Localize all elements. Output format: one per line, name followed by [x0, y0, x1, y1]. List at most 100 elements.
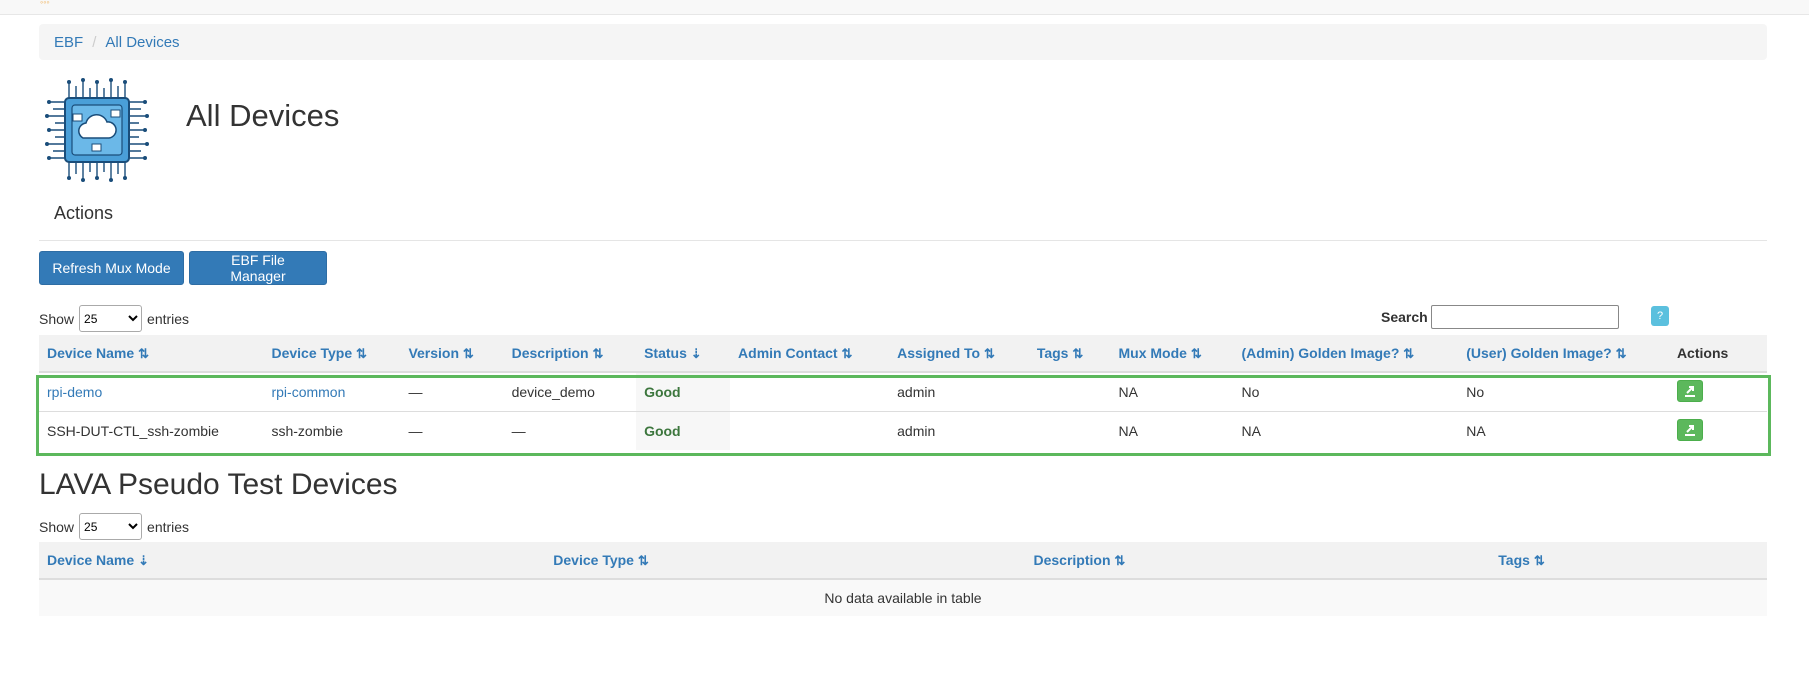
table-row: rpi-demo rpi-common — device_demo Good admin N…: [39, 371, 1767, 412]
cell-status: Good: [636, 411, 731, 450]
sort-icon[interactable]: ⇅: [593, 346, 604, 361]
column-label: Tags: [1498, 551, 1530, 568]
cell-status: Good: [636, 371, 731, 412]
search-label: Search: [1381, 309, 1428, 325]
cell-tags: [1028, 371, 1111, 412]
breadcrumb-current-link[interactable]: All Devices: [105, 34, 179, 51]
cell-version: —: [400, 371, 504, 412]
cell-admin-golden: NA: [1233, 411, 1459, 450]
cell-mux-mode: NA: [1110, 371, 1234, 412]
column-label: Assigned To: [897, 344, 981, 361]
actions-heading: Actions: [54, 203, 114, 223]
column-label: Status: [644, 344, 687, 361]
device-type-link[interactable]: rpi-common: [271, 384, 345, 400]
column-device-name-header[interactable]: Device Name ⇅: [39, 335, 264, 373]
column-label: Admin Contact: [738, 344, 838, 361]
column-label: Description: [1033, 551, 1111, 568]
column-label: Device Name: [47, 344, 135, 361]
cell-version: —: [400, 411, 504, 450]
table-row: SSH-DUT-CTL_ssh-zombie ssh-zombie — — Good ad…: [39, 411, 1767, 450]
breadcrumb: EBF / All Devices: [39, 24, 1767, 60]
device-name-link[interactable]: rpi-demo: [47, 384, 102, 400]
lava-section-title: LAVA Pseudo Test Devices: [39, 468, 398, 501]
page-length-select[interactable]: 25: [79, 305, 143, 332]
column-label: (Admin) Golden Image?: [1241, 344, 1400, 361]
devices-table: Device Name ⇅ Device Type ⇅ Version ⇅ Descr…: [39, 335, 1767, 450]
sort-icon[interactable]: ⇅: [1114, 553, 1125, 568]
column-status-header[interactable]: Status ⇣: [636, 335, 731, 373]
cell-tags: [1028, 411, 1111, 450]
lava-devices-table: Device Name ⇣ Device Type ⇅ Description ⇅ T…: [39, 542, 1767, 616]
sort-icon[interactable]: ⇅: [638, 553, 649, 568]
sort-icon[interactable]: ⇅: [842, 346, 853, 361]
show-label: Show: [39, 518, 75, 535]
page-title: All Devices: [186, 98, 340, 133]
ebf-file-manager-button[interactable]: EBF File Manager: [189, 251, 327, 285]
lava-page-length-select[interactable]: 25: [79, 513, 143, 540]
sort-icon[interactable]: ⇅: [138, 346, 149, 361]
column-label: Description: [511, 344, 589, 361]
lava-column-device-name-header[interactable]: Device Name ⇣: [39, 542, 546, 580]
sort-icon[interactable]: ⇅: [984, 346, 995, 361]
column-assigned-to-header[interactable]: Assigned To ⇅: [889, 335, 1029, 373]
column-label: Device Type: [271, 344, 353, 361]
column-device-type-header[interactable]: Device Type ⇅: [263, 335, 401, 373]
column-label: (User) Golden Image?: [1466, 344, 1612, 361]
cell-description: device_demo: [503, 371, 637, 412]
empty-table-message: No data available in table: [39, 578, 1767, 616]
connect-button[interactable]: [1676, 418, 1703, 441]
lava-column-device-type-header[interactable]: Device Type ⇅: [545, 542, 1026, 580]
sort-icon[interactable]: ⇅: [1403, 346, 1414, 361]
sort-icon[interactable]: ⇅: [1191, 346, 1202, 361]
cell-admin-contact: [730, 411, 890, 450]
lava-length-control: Show 25 entries: [39, 513, 189, 540]
sort-icon[interactable]: ⇣: [691, 346, 702, 361]
lava-column-tags-header[interactable]: Tags ⇅: [1490, 542, 1767, 580]
column-version-header[interactable]: Version ⇅: [400, 335, 504, 373]
sort-icon[interactable]: ⇅: [463, 346, 474, 361]
breadcrumb-separator: /: [92, 33, 97, 51]
cell-assigned-to: admin: [889, 371, 1029, 412]
lava-column-description-header[interactable]: Description ⇅: [1025, 542, 1491, 580]
cell-type: ssh-zombie: [263, 411, 401, 450]
entries-label: entries: [147, 518, 190, 535]
cell-actions: [1668, 411, 1767, 450]
cell-user-golden: NA: [1458, 411, 1669, 450]
column-tags-header[interactable]: Tags ⇅: [1028, 335, 1111, 373]
cell-description: —: [503, 411, 637, 450]
column-description-header[interactable]: Description ⇅: [503, 335, 637, 373]
chip-cloud-logo: [45, 78, 149, 182]
refresh-mux-mode-button[interactable]: Refresh Mux Mode: [39, 251, 184, 285]
show-label: Show: [39, 310, 75, 327]
cell-admin-contact: [730, 371, 890, 412]
column-actions-header: Actions: [1668, 335, 1767, 373]
column-admin-golden-image-header[interactable]: (Admin) Golden Image? ⇅: [1233, 335, 1459, 373]
top-navbar: ◦◦◦: [0, 0, 1809, 15]
cell-admin-golden: No: [1233, 371, 1459, 412]
column-label: Mux Mode: [1118, 344, 1187, 361]
help-button[interactable]: ?: [1651, 306, 1669, 326]
cell-name: rpi-demo: [39, 371, 264, 412]
column-admin-contact-header[interactable]: Admin Contact ⇅: [730, 335, 890, 373]
column-label: Device Name: [47, 551, 135, 568]
sort-icon[interactable]: ⇅: [1616, 346, 1627, 361]
cell-user-golden: No: [1458, 371, 1669, 412]
navbar-brand-mark: ◦◦◦: [40, 0, 50, 7]
column-label: Actions: [1676, 345, 1729, 361]
column-mux-mode-header[interactable]: Mux Mode ⇅: [1110, 335, 1234, 373]
export-icon: [1684, 385, 1695, 397]
column-user-golden-image-header[interactable]: (User) Golden Image? ⇅: [1458, 335, 1669, 373]
connect-button[interactable]: [1676, 379, 1703, 402]
search-input[interactable]: [1431, 305, 1619, 329]
cell-name: SSH-DUT-CTL_ssh-zombie: [39, 411, 264, 450]
column-label: Version: [408, 344, 460, 361]
sort-icon[interactable]: ⇅: [1534, 553, 1545, 568]
sort-icon[interactable]: ⇅: [356, 346, 367, 361]
entries-label: entries: [147, 310, 190, 327]
cell-assigned-to: admin: [889, 411, 1029, 450]
devices-length-control: Show 25 entries: [39, 305, 189, 332]
cell-type: rpi-common: [263, 371, 401, 412]
sort-icon[interactable]: ⇣: [138, 553, 149, 568]
breadcrumb-root-link[interactable]: EBF: [54, 34, 83, 51]
sort-icon[interactable]: ⇅: [1072, 346, 1083, 361]
